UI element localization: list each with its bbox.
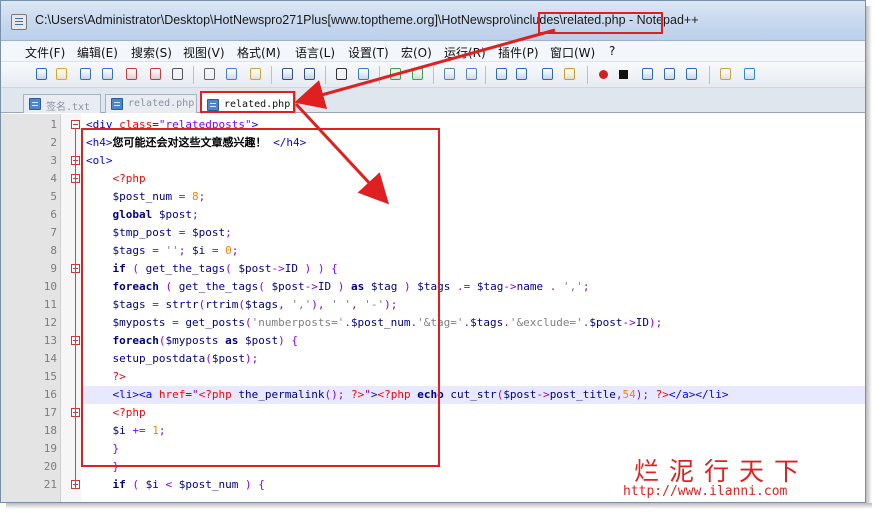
annotation-arrows [294,28,556,205]
watermark-url: http://www.ilanni.com [623,484,788,499]
arrow-to-tab [294,28,556,110]
arrow-to-code [294,102,390,205]
watermark-brand: 烂泥行天下 [634,457,810,486]
